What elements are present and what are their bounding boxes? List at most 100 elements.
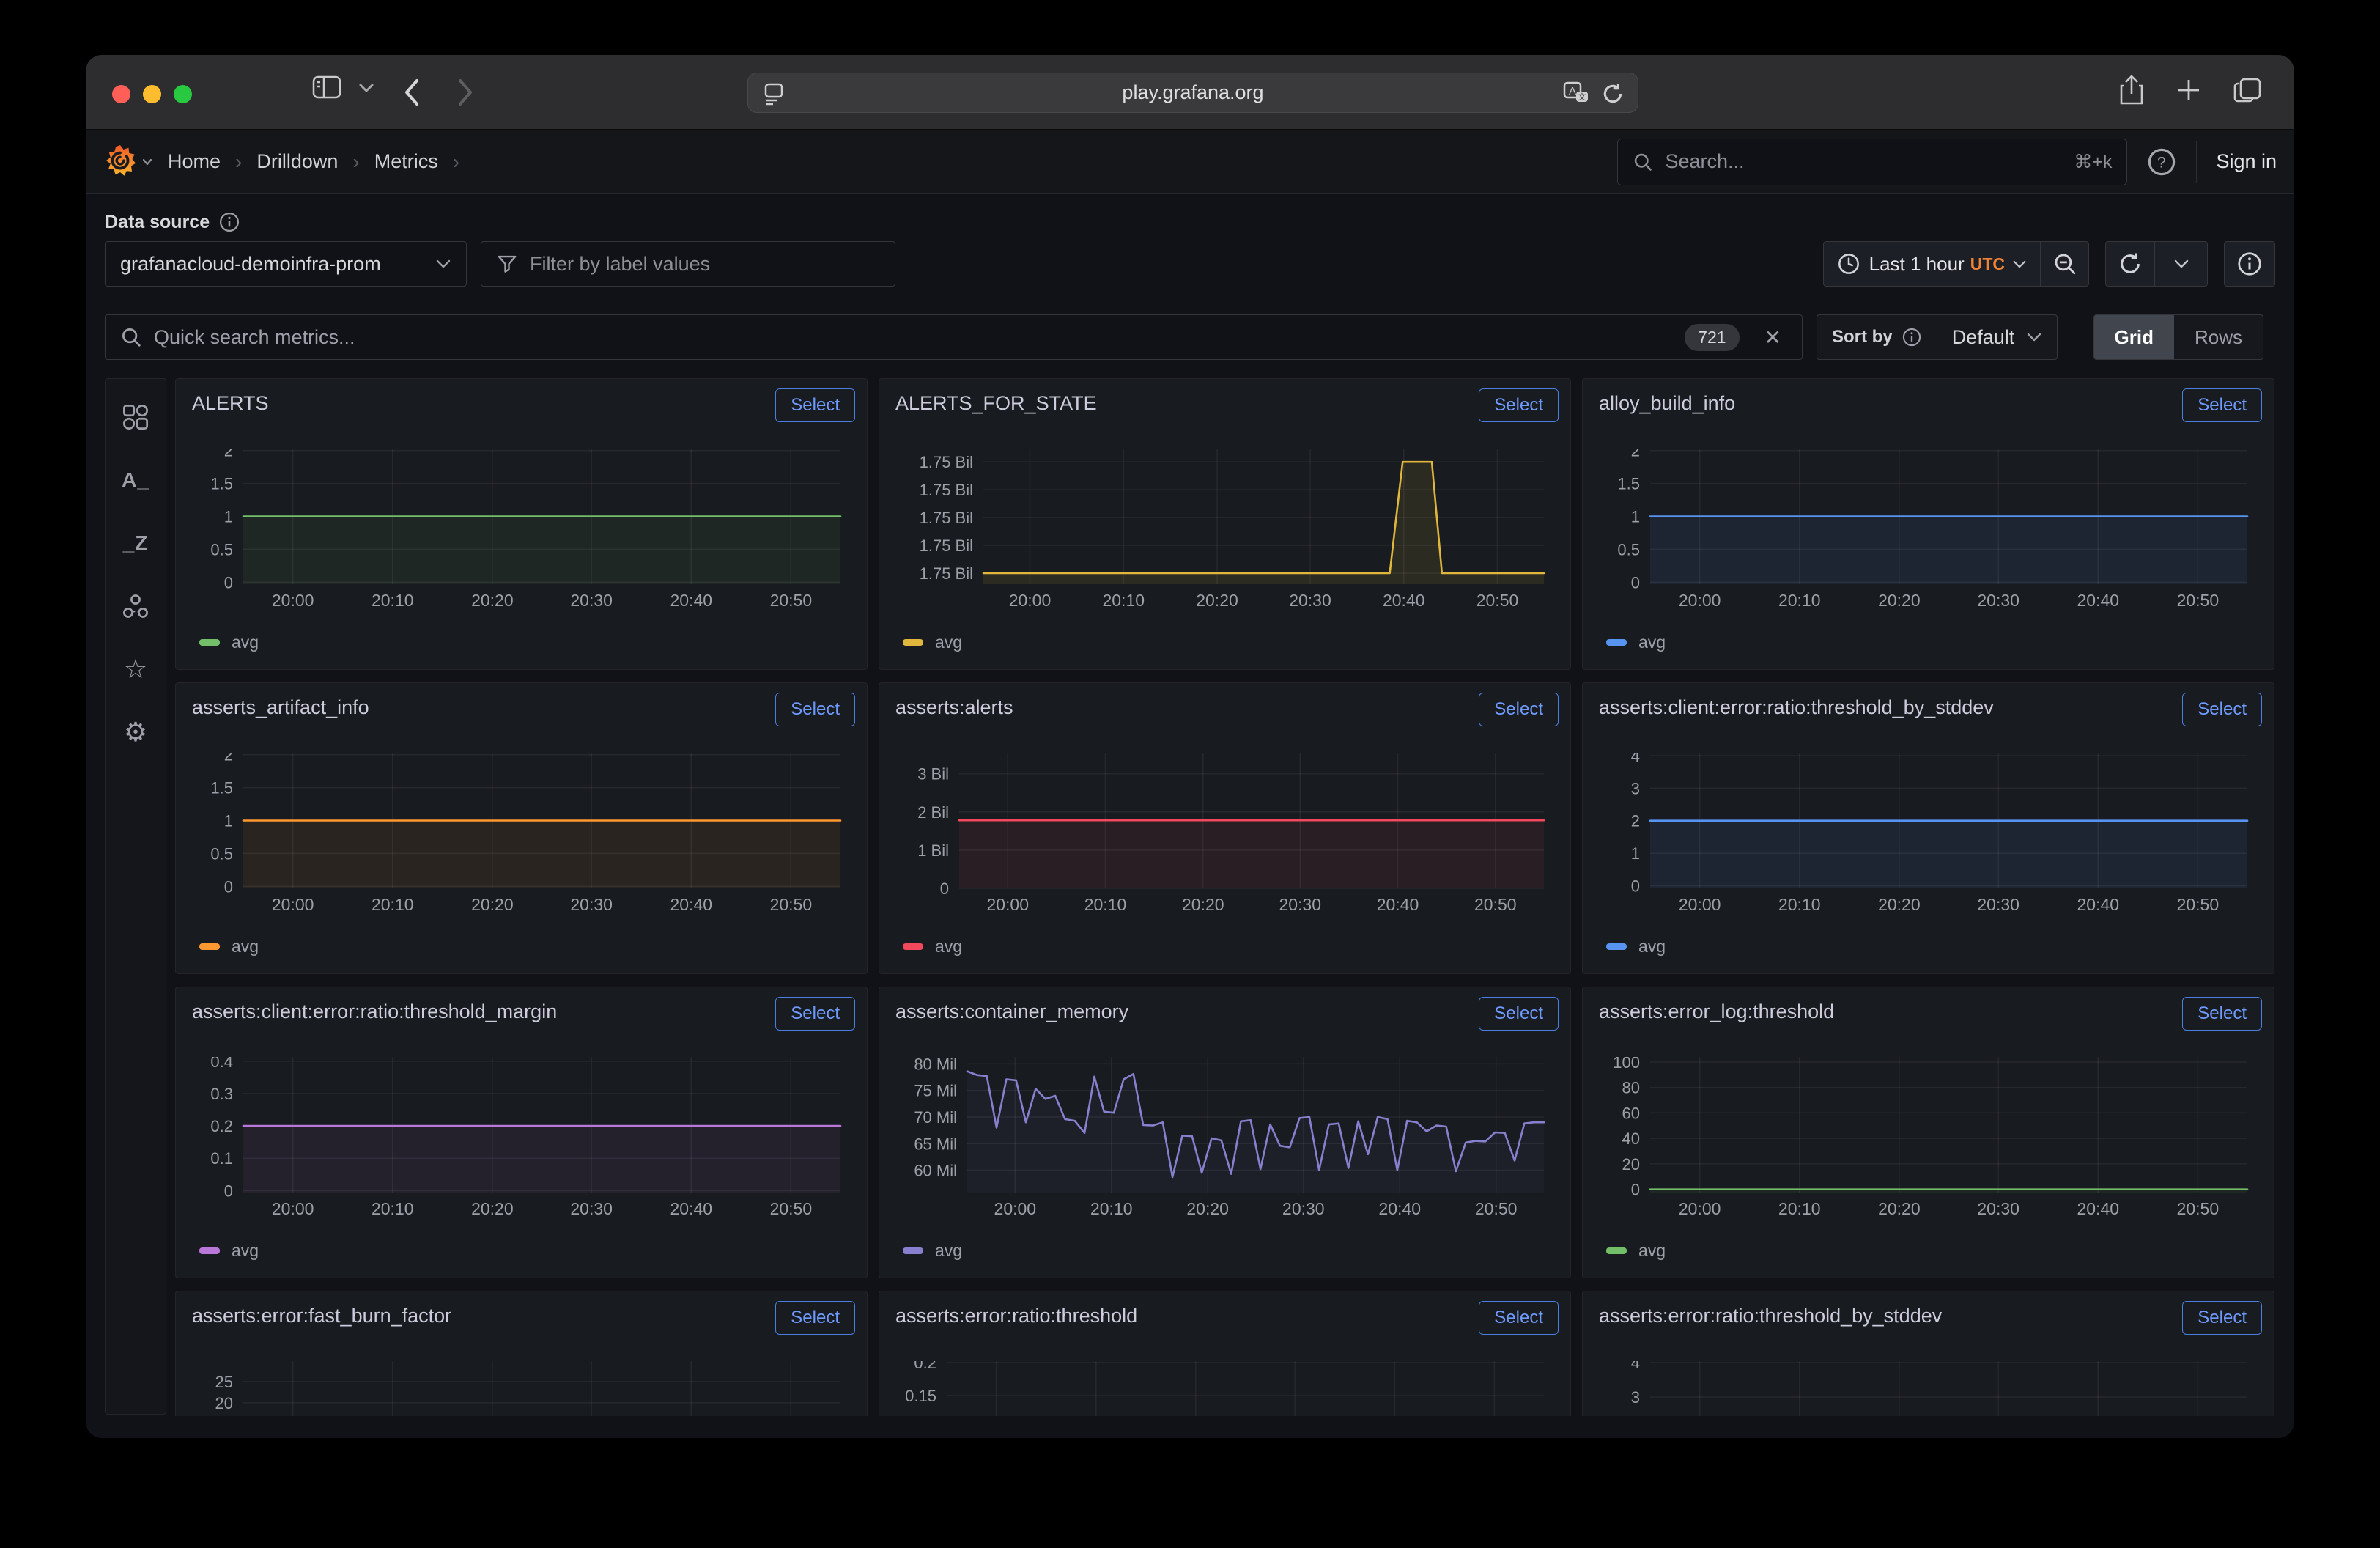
panel-title: asserts:client:error:ratio:threshold_by_… xyxy=(1599,696,1994,719)
info-icon[interactable] xyxy=(1902,327,1922,347)
quick-search-input[interactable]: Quick search metrics... 721 ✕ xyxy=(105,314,1803,360)
legend-label: avg xyxy=(1638,1241,1666,1261)
sort-alpha-desc-icon[interactable]: _Z xyxy=(117,524,155,562)
sidebar-rail: A_ _Z ☆ ⚙ xyxy=(105,378,166,1415)
svg-text:0: 0 xyxy=(1631,877,1640,895)
search-icon xyxy=(1633,152,1653,172)
select-button[interactable]: Select xyxy=(2182,1301,2262,1335)
legend-swatch xyxy=(199,943,220,950)
legend-item[interactable]: avg xyxy=(199,633,259,652)
metrics-content: A_ _Z ☆ ⚙ ALERTSSelect20:0020:1020:2020:… xyxy=(105,378,2275,1416)
panel-title: asserts:alerts xyxy=(895,696,1013,719)
svg-text:20:20: 20:20 xyxy=(1196,591,1238,610)
clear-search-icon[interactable]: ✕ xyxy=(1759,325,1787,350)
sidebar-icon xyxy=(311,74,342,100)
settings-icon[interactable]: ⚙ xyxy=(117,713,155,751)
svg-text:1.75 Bil: 1.75 Bil xyxy=(920,564,973,583)
svg-text:1.5: 1.5 xyxy=(210,779,233,797)
view-grid-option[interactable]: Grid xyxy=(2094,315,2174,359)
select-button[interactable]: Select xyxy=(2182,388,2262,422)
legend-item[interactable]: avg xyxy=(903,937,962,957)
label-filter-input[interactable]: Filter by label values xyxy=(481,241,895,287)
select-button[interactable]: Select xyxy=(775,997,855,1031)
svg-text:20:00: 20:00 xyxy=(1009,591,1052,610)
metric-panel: asserts:error:fast_burn_factorSelect20:0… xyxy=(175,1291,868,1416)
zoom-out-icon xyxy=(2052,251,2077,276)
share-icon[interactable] xyxy=(2118,74,2145,106)
help-icon[interactable]: ? xyxy=(2146,147,2177,177)
sort-select[interactable]: Default xyxy=(1937,315,2058,359)
metric-panel: asserts:error_log:thresholdSelect20:0020… xyxy=(1582,987,2274,1278)
refresh-interval-dropdown[interactable] xyxy=(2154,242,2207,286)
legend-label: avg xyxy=(935,937,962,957)
metric-panel: alloy_build_infoSelect20:0020:1020:2020:… xyxy=(1582,378,2274,670)
info-icon xyxy=(2236,251,2263,277)
minimize-window-button[interactable] xyxy=(143,85,161,103)
svg-text:1.5: 1.5 xyxy=(1617,475,1640,493)
close-window-button[interactable] xyxy=(112,85,130,103)
legend-item[interactable]: avg xyxy=(1606,937,1666,957)
time-range-picker[interactable]: Last 1 hour UTC xyxy=(1824,242,2040,286)
legend-item[interactable]: avg xyxy=(903,633,962,652)
legend-item[interactable]: avg xyxy=(1606,633,1666,652)
sidebar-toggle-button[interactable] xyxy=(311,74,342,100)
chevron-down-icon xyxy=(358,83,374,93)
select-button[interactable]: Select xyxy=(775,388,855,422)
svg-text:20:30: 20:30 xyxy=(570,895,613,914)
address-bar[interactable]: play.grafana.org A文 xyxy=(747,73,1638,113)
zoom-window-button[interactable] xyxy=(174,85,192,103)
sign-in-button[interactable]: Sign in xyxy=(2216,150,2277,173)
forward-button[interactable] xyxy=(456,77,475,108)
info-icon[interactable] xyxy=(218,211,240,233)
select-button[interactable]: Select xyxy=(2182,997,2262,1031)
sort-alpha-asc-icon[interactable]: A_ xyxy=(117,461,155,499)
breadcrumb-home[interactable]: Home xyxy=(168,150,221,173)
legend-swatch xyxy=(903,1247,923,1254)
new-tab-icon[interactable] xyxy=(2174,74,2203,106)
svg-text:20:40: 20:40 xyxy=(670,895,712,914)
tab-overview-icon[interactable] xyxy=(2233,74,2263,106)
sidebar-chevron-button[interactable] xyxy=(358,83,374,93)
select-button[interactable]: Select xyxy=(775,693,855,726)
select-button[interactable]: Select xyxy=(1479,388,1559,422)
back-button[interactable] xyxy=(402,77,421,108)
metric-panel: asserts:container_memorySelect20:0020:10… xyxy=(879,987,1571,1278)
translate-icon[interactable]: A文 xyxy=(1563,81,1589,106)
legend-item[interactable]: avg xyxy=(199,1241,259,1261)
svg-text:60: 60 xyxy=(1622,1104,1640,1122)
select-button[interactable]: Select xyxy=(1479,693,1559,726)
refresh-button[interactable] xyxy=(2106,242,2154,286)
svg-text:2: 2 xyxy=(224,753,233,764)
chevron-right-icon xyxy=(456,77,475,108)
legend-item[interactable]: avg xyxy=(199,937,259,957)
sort-control: Sort by Default xyxy=(1817,314,2058,360)
svg-text:1.75 Bil: 1.75 Bil xyxy=(920,481,973,499)
svg-text:20:20: 20:20 xyxy=(471,895,514,914)
zoom-out-time-button[interactable] xyxy=(2040,242,2088,286)
grafana-logo[interactable] xyxy=(103,144,137,180)
reload-icon[interactable] xyxy=(1601,81,1625,106)
star-icon[interactable]: ☆ xyxy=(117,650,155,688)
svg-text:0.4: 0.4 xyxy=(210,1057,233,1071)
page-info-button[interactable] xyxy=(2224,241,2275,287)
svg-text:0: 0 xyxy=(940,880,949,898)
select-button[interactable]: Select xyxy=(1479,1301,1559,1335)
legend-item[interactable]: avg xyxy=(1606,1241,1666,1261)
svg-text:0.1: 0.1 xyxy=(210,1149,233,1168)
breadcrumb-metrics[interactable]: Metrics xyxy=(374,150,438,173)
related-metrics-icon[interactable] xyxy=(117,587,155,625)
svg-text:20:30: 20:30 xyxy=(570,1199,613,1218)
select-button[interactable]: Select xyxy=(2182,693,2262,726)
select-button[interactable]: Select xyxy=(1479,997,1559,1031)
datasource-select[interactable]: grafanacloud-demoinfra-prom xyxy=(105,241,467,287)
clock-icon xyxy=(1837,252,1860,276)
metric-chart: 20:0020:1020:2020:3020:4020:500.40.30.20… xyxy=(191,1057,854,1236)
select-button[interactable]: Select xyxy=(775,1301,855,1335)
chevron-down-icon xyxy=(2012,259,2027,269)
global-search-input[interactable]: Search... ⌘+k xyxy=(1617,139,2127,185)
breadcrumb-drilldown[interactable]: Drilldown xyxy=(256,150,338,173)
grid-view-icon[interactable] xyxy=(117,398,155,436)
org-switcher-chevron-icon[interactable] xyxy=(141,158,153,166)
view-rows-option[interactable]: Rows xyxy=(2174,315,2263,359)
legend-item[interactable]: avg xyxy=(903,1241,962,1261)
